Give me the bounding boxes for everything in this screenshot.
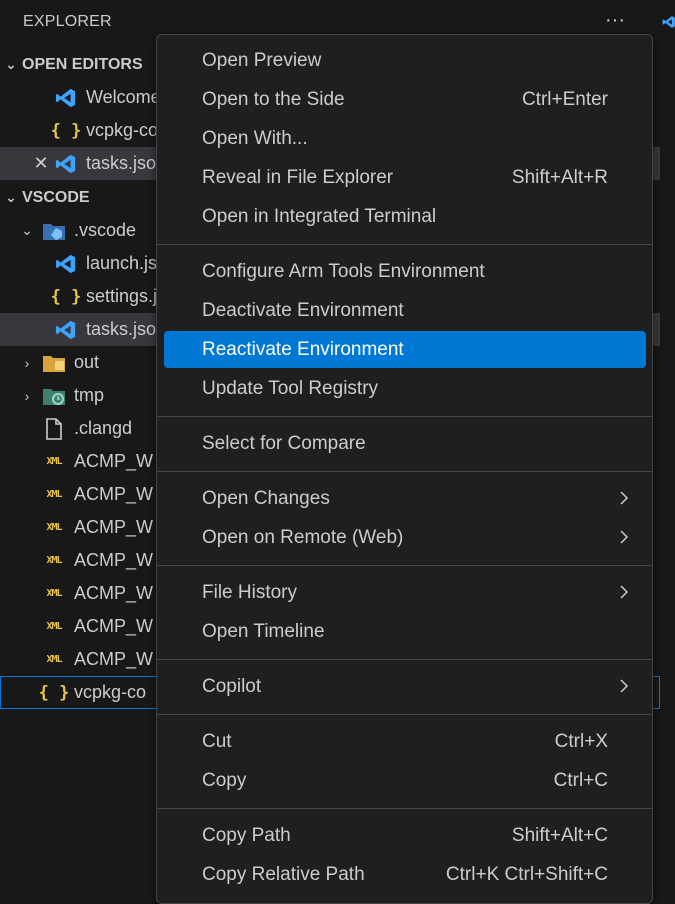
menu-item-open-on-remote[interactable]: Open on Remote (Web)	[164, 519, 646, 556]
vscode-icon	[54, 252, 78, 276]
menu-item-label: Update Tool Registry	[202, 377, 379, 399]
menu-item-label: Open With...	[202, 127, 308, 149]
chevron-down-icon: ⌄	[5, 56, 17, 72]
menu-item-copilot[interactable]: Copilot	[164, 668, 646, 705]
menu-item-label: Open Changes	[202, 487, 330, 509]
tree-label: ACMP_W	[74, 484, 154, 504]
json-icon: { }	[50, 120, 82, 141]
menu-item-label: Copy Relative Path	[202, 863, 365, 885]
menu-item-shortcut: Ctrl+K Ctrl+Shift+C	[445, 863, 608, 885]
menu-item-label: Select for Compare	[202, 432, 366, 454]
open-editor-label: Welcome	[86, 87, 161, 107]
menu-item-open-terminal[interactable]: Open in Integrated Terminal	[164, 198, 646, 235]
menu-item-label: Copy	[202, 769, 247, 791]
xml-icon: XML	[46, 489, 62, 500]
menu-item-copy-relative-path[interactable]: Copy Relative Path Ctrl+K Ctrl+Shift+C	[164, 856, 646, 893]
menu-item-shortcut: Ctrl+C	[553, 769, 608, 791]
chevron-right-icon	[620, 530, 629, 544]
xml-icon: XML	[46, 621, 62, 632]
menu-item-label: Open Preview	[202, 49, 322, 71]
tree-label: ACMP_W	[74, 649, 154, 669]
chevron-down-icon: ⌄	[5, 189, 17, 205]
menu-item-shortcut: Ctrl+Enter	[521, 88, 608, 110]
xml-icon: XML	[46, 654, 62, 665]
open-editor-label: tasks.json	[86, 153, 167, 173]
xml-icon: XML	[46, 522, 62, 533]
tmp-folder-icon	[42, 384, 66, 408]
menu-item-shortcut: Shift+Alt+C	[511, 824, 608, 846]
chevron-right-icon	[620, 679, 629, 693]
vscode-icon	[54, 86, 78, 110]
menu-item-label: Copilot	[202, 675, 262, 697]
menu-item-copy[interactable]: Copy Ctrl+C	[164, 762, 646, 799]
more-actions-button[interactable]: ···	[600, 10, 630, 34]
menu-item-label: Reactivate Environment	[202, 338, 404, 360]
chevron-right-icon: ›	[24, 354, 30, 371]
tree-label: tasks.json	[86, 319, 167, 339]
json-icon: { }	[50, 286, 82, 307]
json-icon: { }	[38, 682, 70, 703]
menu-item-label: Copy Path	[202, 824, 291, 846]
close-icon[interactable]: ✕	[30, 153, 52, 174]
menu-item-update-tool-registry[interactable]: Update Tool Registry	[164, 370, 646, 407]
menu-item-label: Cut	[202, 730, 232, 752]
menu-item-reactivate-environment[interactable]: Reactivate Environment	[164, 331, 646, 368]
menu-separator	[157, 808, 652, 809]
vscode-folder-icon	[42, 219, 66, 243]
file-icon	[42, 417, 66, 441]
menu-item-label: File History	[202, 581, 298, 603]
menu-item-cut[interactable]: Cut Ctrl+X	[164, 723, 646, 760]
xml-icon: XML	[46, 555, 62, 566]
menu-item-deactivate-environment[interactable]: Deactivate Environment	[164, 292, 646, 329]
tree-label: ACMP_W	[74, 451, 154, 471]
tree-label: out	[74, 352, 100, 372]
workspace-title: VSCODE	[22, 188, 90, 206]
tree-label: tmp	[74, 385, 105, 405]
tree-label: ACMP_W	[74, 583, 154, 603]
menu-separator	[157, 244, 652, 245]
menu-separator	[157, 659, 652, 660]
menu-item-file-history[interactable]: File History	[164, 574, 646, 611]
menu-item-label: Open in Integrated Terminal	[202, 205, 437, 227]
menu-item-open-with[interactable]: Open With...	[164, 120, 646, 157]
vscode-icon	[54, 318, 78, 342]
xml-icon: XML	[46, 588, 62, 599]
menu-item-open-preview[interactable]: Open Preview	[164, 42, 646, 79]
vscode-icon	[54, 152, 78, 176]
menu-item-label: Configure Arm Tools Environment	[202, 260, 485, 282]
menu-separator	[157, 565, 652, 566]
tree-label: ACMP_W	[74, 550, 154, 570]
menu-item-shortcut: Ctrl+X	[554, 730, 608, 752]
menu-item-select-for-compare[interactable]: Select for Compare	[164, 425, 646, 462]
tree-label: vcpkg-co	[74, 682, 147, 702]
menu-item-label: Open on Remote (Web)	[202, 526, 404, 548]
menu-item-label: Open Timeline	[202, 620, 325, 642]
menu-item-configure-arm-tools[interactable]: Configure Arm Tools Environment	[164, 253, 646, 290]
menu-item-copy-path[interactable]: Copy Path Shift+Alt+C	[164, 817, 646, 854]
out-folder-icon	[42, 351, 66, 375]
context-menu: Open Preview Open to the Side Ctrl+Enter…	[156, 34, 653, 904]
menu-item-open-to-side[interactable]: Open to the Side Ctrl+Enter	[164, 81, 646, 118]
menu-item-open-timeline[interactable]: Open Timeline	[164, 613, 646, 650]
xml-icon: XML	[46, 456, 62, 467]
menu-item-shortcut: Shift+Alt+R	[511, 166, 608, 188]
open-editors-title: OPEN EDITORS	[22, 55, 143, 73]
menu-item-reveal-in-explorer[interactable]: Reveal in File Explorer Shift+Alt+R	[164, 159, 646, 196]
tree-label: .clangd	[74, 418, 133, 438]
menu-item-label: Open to the Side	[202, 88, 345, 110]
chevron-right-icon: ›	[24, 387, 30, 404]
menu-item-open-changes[interactable]: Open Changes	[164, 480, 646, 517]
tree-label: .vscode	[74, 220, 137, 240]
menu-separator	[157, 416, 652, 417]
vscode-icon[interactable]	[662, 12, 675, 32]
chevron-right-icon	[620, 585, 629, 599]
tree-label: ACMP_W	[74, 517, 154, 537]
menu-separator	[157, 471, 652, 472]
menu-separator	[157, 714, 652, 715]
menu-item-label: Reveal in File Explorer	[202, 166, 394, 188]
tree-label: ACMP_W	[74, 616, 154, 636]
menu-item-label: Deactivate Environment	[202, 299, 404, 321]
chevron-right-icon	[620, 491, 629, 505]
chevron-down-icon: ⌄	[21, 222, 33, 238]
